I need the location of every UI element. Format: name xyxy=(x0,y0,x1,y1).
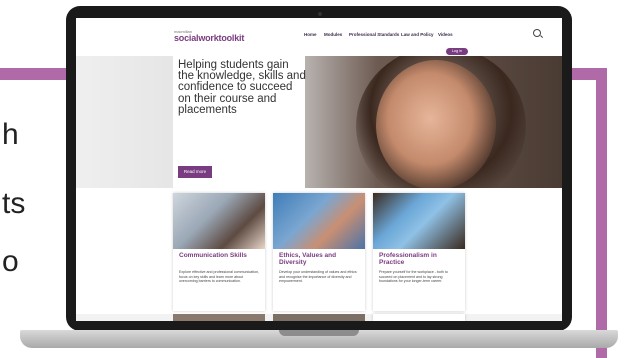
next-card-image xyxy=(173,314,265,321)
card-image xyxy=(173,193,265,249)
nav-home[interactable]: Home xyxy=(304,32,317,37)
camera-icon xyxy=(318,12,322,16)
background-text-line: h xyxy=(2,118,19,151)
card-text: Prepare yourself for the workplace - bot… xyxy=(379,270,448,284)
card-text: Develop your understanding of values and… xyxy=(279,270,357,284)
card-title: Ethics, Values and Diversity xyxy=(279,252,337,266)
read-more-button[interactable]: Read more xyxy=(178,166,212,178)
login-button[interactable]: Log in xyxy=(446,48,468,55)
background-text-line: o xyxy=(2,245,19,278)
search-icon-handle xyxy=(539,35,544,39)
hero-photo xyxy=(376,60,496,188)
nav-modules[interactable]: Modules xyxy=(324,32,342,37)
site-logo[interactable]: socialworktoolkit xyxy=(174,33,244,43)
card-image xyxy=(373,193,465,249)
card-title: Professionalism in Practice xyxy=(379,252,437,266)
laptop-notch xyxy=(279,330,359,336)
next-card-image xyxy=(273,314,365,321)
card-communication-skills[interactable]: Communication Skills Explore effective a… xyxy=(173,193,265,311)
accent-bar-vertical xyxy=(596,68,607,358)
nav-videos[interactable]: Videos xyxy=(438,32,453,37)
hero-banner xyxy=(76,56,562,188)
card-text: Explore effective and professional commu… xyxy=(179,270,260,284)
background-text-line: ts xyxy=(2,187,26,220)
laptop-screen: macmillan socialworktoolkit Home Modules… xyxy=(76,18,562,321)
card-image xyxy=(273,193,365,249)
next-card-box xyxy=(373,314,465,321)
card-ethics-values-diversity[interactable]: Ethics, Values and Diversity Develop you… xyxy=(273,193,365,311)
nav-professional-standards[interactable]: Professional Standards xyxy=(349,32,399,37)
hero-title: Helping students gain the knowledge, ski… xyxy=(178,59,306,116)
site-header: macmillan socialworktoolkit Home Modules… xyxy=(76,18,562,46)
card-title: Communication Skills xyxy=(179,252,247,259)
card-professionalism-in-practice[interactable]: Professionalism in Practice Prepare your… xyxy=(373,193,465,311)
nav-law-and-policy[interactable]: Law and Policy xyxy=(401,32,434,37)
